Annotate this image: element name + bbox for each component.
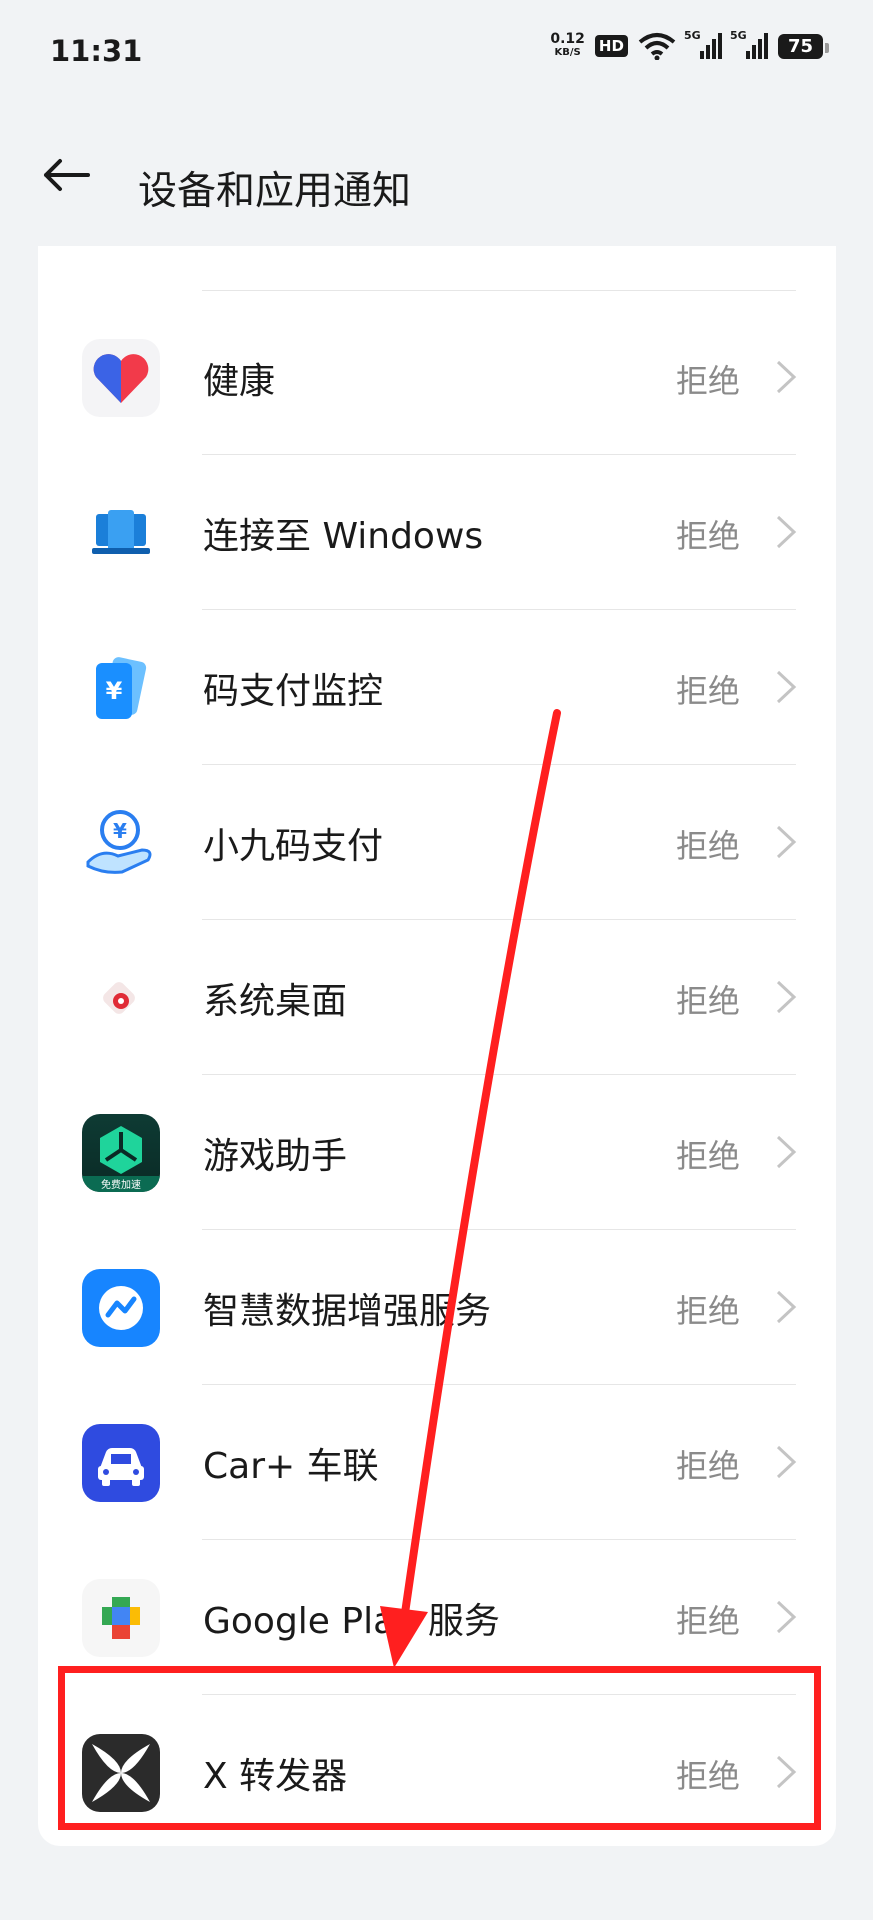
status-text: 拒绝: [675, 827, 740, 865]
app-header: [0, 105, 873, 245]
status-text: 拒绝: [675, 1137, 740, 1175]
list-item[interactable]: 连接至 Windows 拒绝: [38, 455, 836, 610]
chevron-right-icon: [776, 1290, 797, 1324]
car-plus-icon: [82, 1424, 160, 1502]
chevron-right-icon: [776, 825, 797, 859]
chevron-right-icon: [776, 980, 797, 1014]
app-name: Car+ 车联: [203, 1446, 379, 1487]
app-name: 连接至 Windows: [203, 516, 484, 557]
connect-windows-icon: [82, 494, 160, 572]
app-name: 游戏助手: [203, 1136, 348, 1177]
highlight-box: [58, 1666, 821, 1830]
app-name: 系统桌面: [203, 981, 348, 1022]
smart-data-icon: [82, 1269, 160, 1347]
list-item[interactable]: 健康 拒绝: [38, 300, 836, 455]
list-item[interactable]: ¥ 码支付监控 拒绝: [38, 610, 836, 765]
signal-icon: 5G: [730, 29, 768, 59]
status-text: 拒绝: [675, 1292, 740, 1330]
chevron-right-icon: [776, 670, 797, 704]
health-heart-icon: [82, 339, 160, 417]
chevron-right-icon: [776, 360, 797, 394]
back-arrow-icon[interactable]: [40, 155, 90, 195]
app-list: 健康 拒绝 连接至 Windows 拒绝 ¥ 码支付监控 拒绝 ¥ 小九码支付 …: [38, 246, 836, 1846]
chevron-right-icon: [776, 1445, 797, 1479]
svg-text:¥: ¥: [106, 677, 123, 705]
svg-text:¥: ¥: [113, 819, 127, 843]
app-name: 小九码支付: [203, 826, 384, 867]
chevron-right-icon: [776, 1600, 797, 1634]
payment-monitor-icon: ¥: [82, 649, 160, 727]
app-name: Google Play 服务: [203, 1601, 500, 1642]
status-text: 拒绝: [675, 982, 740, 1020]
game-assistant-badge: 免费加速: [101, 1178, 141, 1191]
list-item[interactable]: Car+ 车联 拒绝: [38, 1385, 836, 1540]
game-assistant-icon: 免费加速: [82, 1114, 160, 1192]
app-name: 健康: [203, 361, 276, 402]
system-desktop-icon: [82, 959, 160, 1037]
status-bar: 11:31 0.12 KB/S HD 5G 5G 75: [0, 0, 873, 105]
list-item[interactable]: 免费加速 游戏助手 拒绝: [38, 1075, 836, 1230]
status-text: 拒绝: [675, 672, 740, 710]
status-icons: 0.12 KB/S HD 5G 5G 75: [550, 29, 830, 60]
wifi-icon: [638, 33, 676, 60]
hd-icon: HD: [594, 35, 628, 57]
status-text: 拒绝: [675, 1602, 740, 1640]
chevron-right-icon: [776, 515, 797, 549]
google-play-services-icon: [82, 1579, 160, 1657]
list-item[interactable]: ¥ 小九码支付 拒绝: [38, 765, 836, 920]
page-title: 设备和应用通知: [138, 169, 412, 214]
chevron-right-icon: [776, 1135, 797, 1169]
list-item[interactable]: 智慧数据增强服务 拒绝: [38, 1230, 836, 1385]
signal-icon: 5G: [684, 29, 722, 59]
list-item[interactable]: 系统桌面 拒绝: [38, 920, 836, 1075]
xiaojiu-pay-icon: ¥: [82, 804, 160, 882]
clock: 11:31: [50, 34, 143, 68]
battery-icon: 75: [777, 33, 830, 59]
app-name: 智慧数据增强服务: [203, 1291, 492, 1332]
status-text: 拒绝: [675, 362, 740, 400]
network-speed: 0.12 KB/S: [550, 31, 585, 58]
app-name: 码支付监控: [203, 671, 384, 712]
status-text: 拒绝: [675, 1447, 740, 1485]
status-text: 拒绝: [675, 517, 740, 555]
